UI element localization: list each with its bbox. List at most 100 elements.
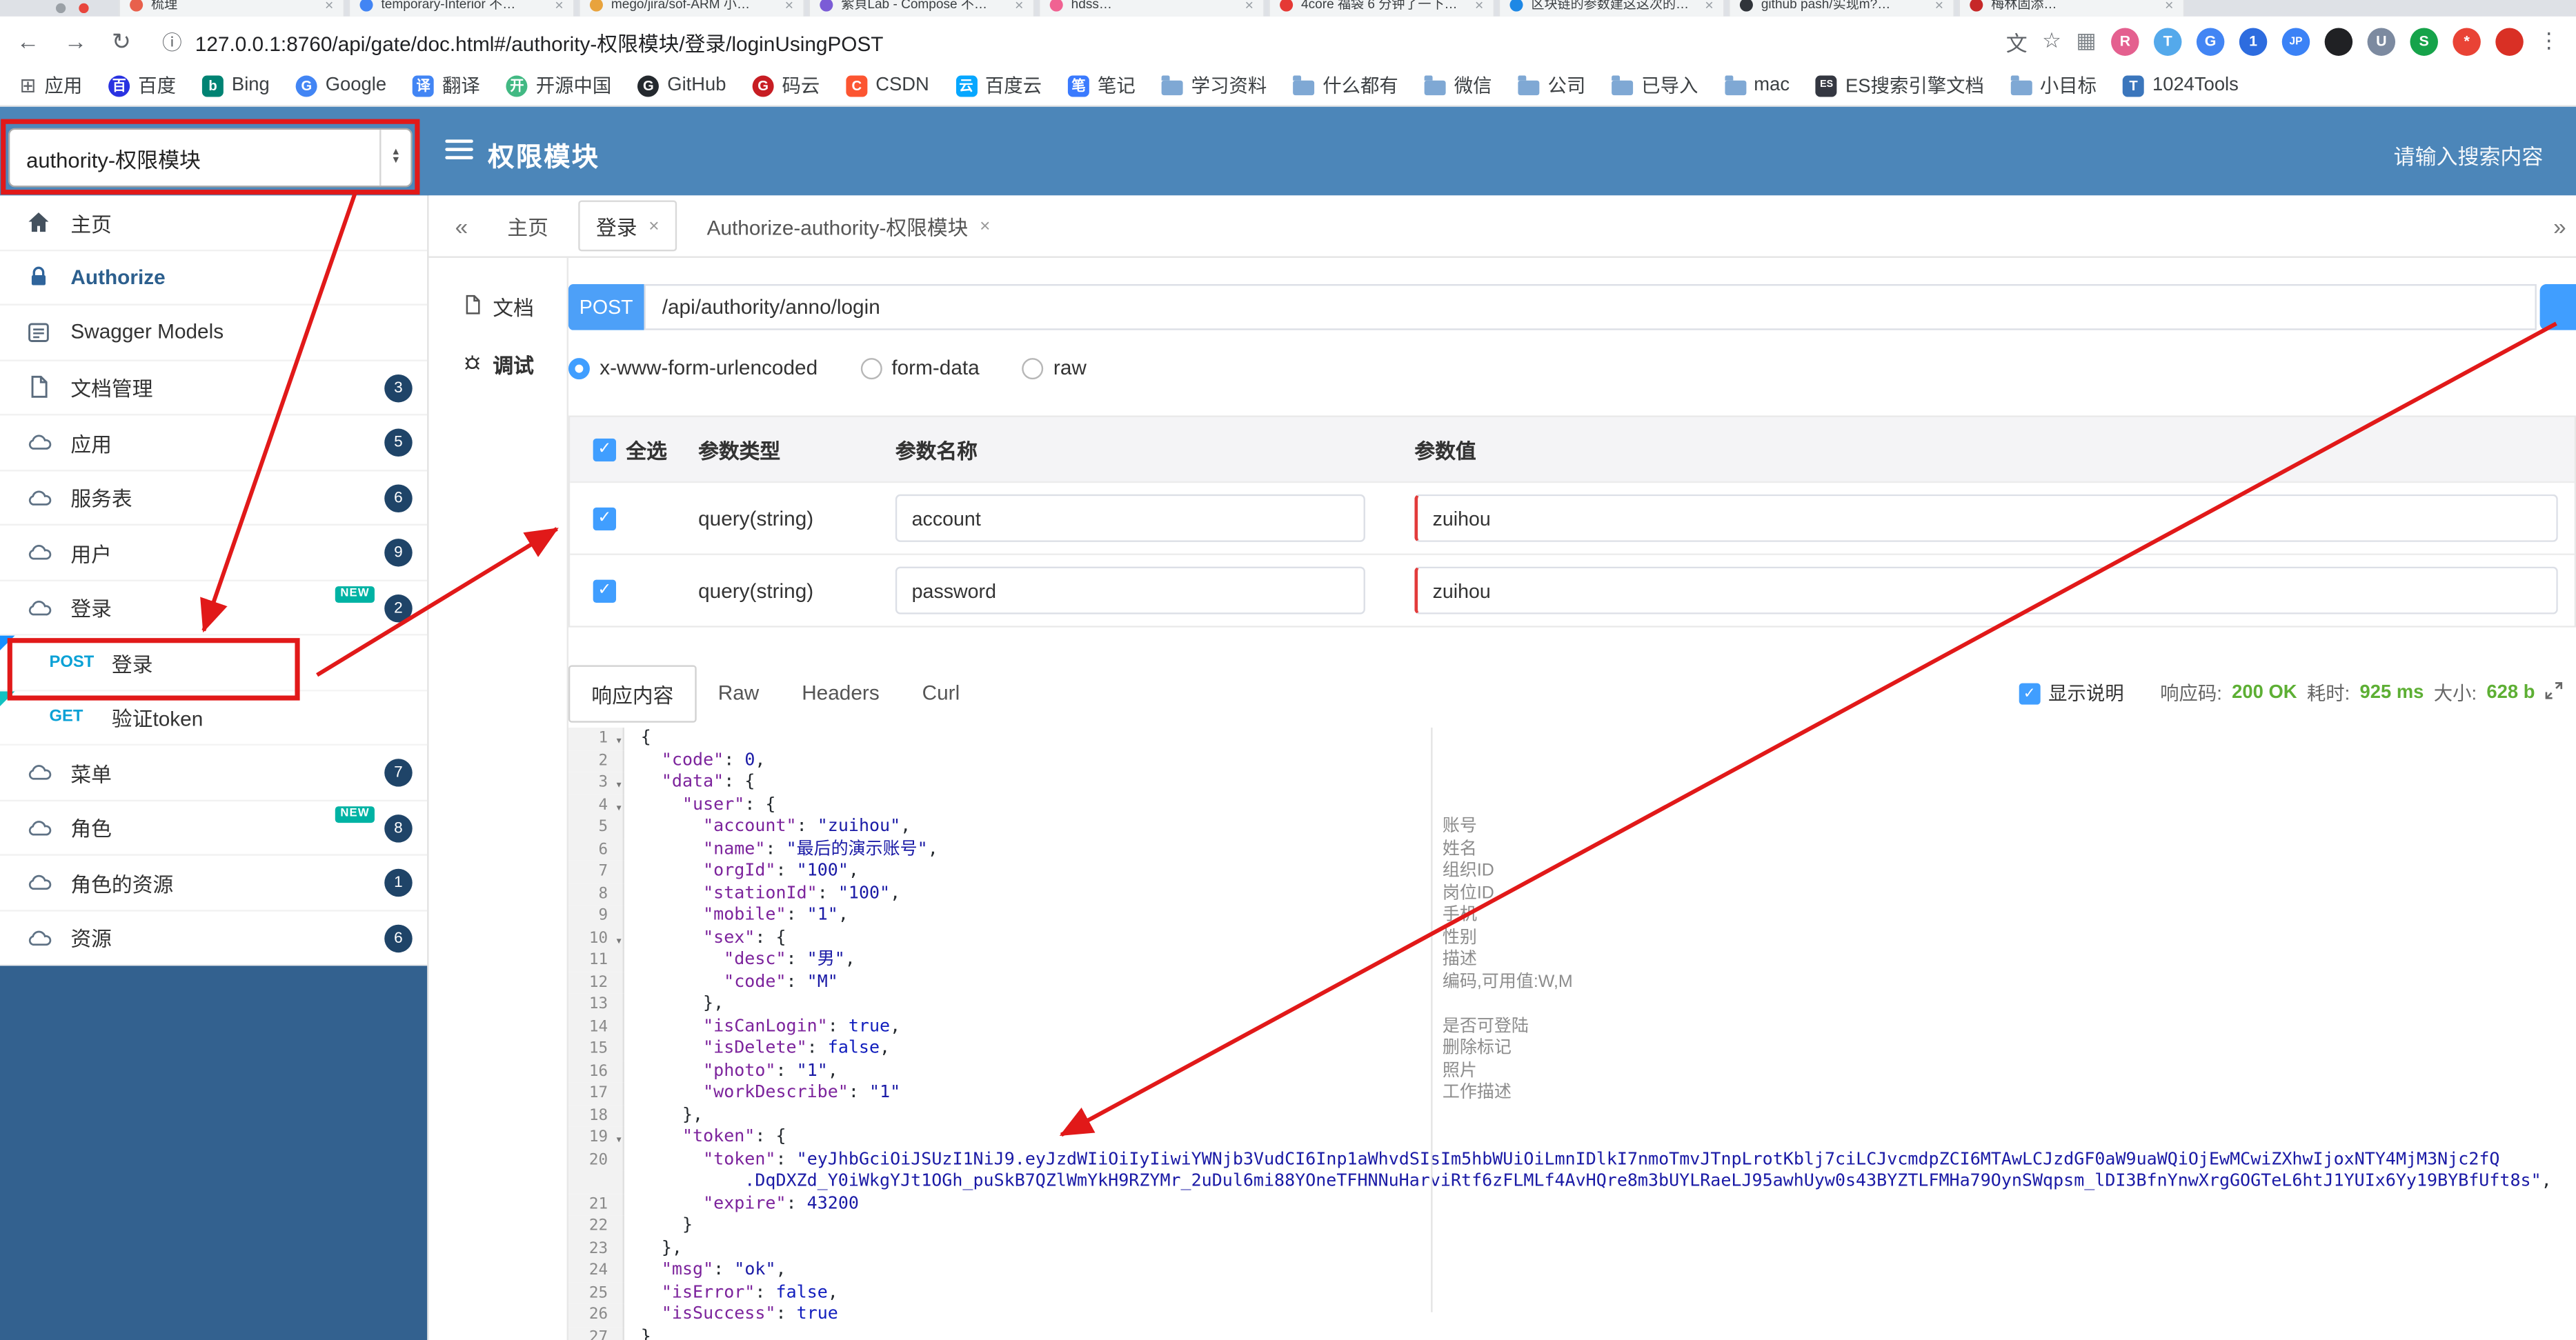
bookmark-item[interactable]: 公司 — [1518, 72, 1585, 99]
bookmark-item[interactable]: 译翻译 — [413, 72, 480, 99]
bookmark-item[interactable]: 学习资料 — [1161, 72, 1267, 99]
bookmark-item[interactable]: 云百度云 — [955, 72, 1042, 99]
tab-close-icon[interactable]: × — [648, 216, 659, 236]
radio-x-www-form-urlencoded[interactable]: x-www-form-urlencoded — [568, 357, 818, 379]
tab-close-icon[interactable]: × — [1015, 0, 1024, 12]
sidebar-item[interactable]: 用户 9 — [0, 526, 428, 581]
bookmark-item[interactable]: 百百度 — [108, 72, 176, 99]
url-text[interactable]: 127.0.0.1:8760/api/gate/doc.html#/author… — [195, 26, 1986, 57]
fold-arrow-icon[interactable]: ▾ — [615, 774, 623, 796]
tab-close-icon[interactable]: × — [980, 216, 990, 236]
param-name-input[interactable]: password — [895, 566, 1365, 614]
tab-close-icon[interactable]: × — [1245, 0, 1254, 12]
sidebar-item[interactable]: 菜单 7 — [0, 746, 428, 801]
back-icon[interactable]: ← — [17, 28, 39, 54]
radio-form-data[interactable]: form-data — [860, 357, 980, 379]
fullscreen-icon[interactable] — [2545, 681, 2563, 704]
tab-close-icon[interactable]: × — [1935, 0, 1944, 12]
sidebar-item[interactable]: Authorize — [0, 250, 428, 306]
browser-tab[interactable]: 区块链的参数建这这次的… × — [1498, 0, 1725, 17]
fold-arrow-icon[interactable]: ▾ — [615, 796, 623, 818]
tab-authorize[interactable]: Authorize-authority-权限模块 × — [691, 202, 1007, 250]
bookmark-item[interactable]: C CSDN — [846, 74, 929, 97]
telegram-extension-icon[interactable]: T — [2153, 27, 2182, 55]
snip-extension-icon[interactable]: S — [2410, 27, 2438, 55]
tab-login[interactable]: 登录 × — [577, 200, 677, 252]
param-value-input[interactable]: zuihou — [1414, 494, 2558, 542]
sidebar-api-item[interactable]: GET 验证token — [0, 690, 428, 746]
jp-dict-extension-icon[interactable]: JP — [2281, 27, 2310, 55]
module-select[interactable]: authority-权限模块 ▲ ▼ — [8, 128, 413, 188]
browser-tab[interactable]: 4core 福袋 6 分钟了一下… × — [1268, 0, 1496, 17]
shield-extension-icon[interactable]: U — [2367, 27, 2396, 55]
browser-tab[interactable]: 梳理 × — [118, 0, 346, 17]
bookmark-item[interactable]: G Google — [295, 74, 386, 97]
param-value-input[interactable]: zuihou — [1414, 566, 2558, 614]
radio-raw[interactable]: raw — [1022, 357, 1087, 379]
sidebar-item[interactable]: 资源 6 — [0, 910, 428, 966]
select-all-checkbox[interactable]: ✓ — [593, 437, 617, 461]
send-button[interactable]: 发送 — [2539, 283, 2576, 330]
sidebar-item[interactable]: 主页 — [0, 195, 428, 251]
tab-raw[interactable]: Raw — [697, 670, 780, 717]
tab-close-icon[interactable]: × — [1705, 0, 1714, 12]
sidebar-item[interactable]: 服务表 6 — [0, 470, 428, 526]
row-checkbox[interactable]: ✓ — [593, 579, 617, 602]
dark-mode-extension-icon[interactable] — [2324, 27, 2353, 55]
bookmark-item[interactable]: b Bing — [202, 74, 270, 97]
rail-item-debug[interactable]: 调试 — [429, 335, 567, 392]
window-minimize-dot[interactable] — [55, 3, 66, 14]
rail-item-doc[interactable]: 文档 — [429, 277, 567, 334]
window-controls[interactable] — [55, 3, 89, 14]
tab-close-icon[interactable]: × — [555, 0, 564, 12]
browser-menu-icon[interactable]: ⋮ — [2538, 28, 2559, 54]
profile-avatar[interactable] — [2495, 27, 2524, 55]
forward-icon[interactable]: → — [64, 28, 87, 54]
tab-response-content[interactable]: 响应内容 — [568, 664, 697, 722]
tabs-scroll-right-icon[interactable]: » — [2553, 212, 2566, 239]
onetab-extension-icon[interactable]: 1 — [2239, 27, 2268, 55]
reload-icon[interactable]: ↻ — [112, 27, 131, 54]
tab-close-icon[interactable]: × — [2165, 0, 2174, 12]
bookmark-item[interactable]: 小目标 — [2010, 72, 2097, 99]
bookmark-item[interactable]: G 码云 — [752, 72, 820, 99]
bookmark-item[interactable]: ES ES搜索引擎文档 — [1816, 72, 1984, 99]
bookmark-item[interactable]: G GitHub — [637, 74, 726, 97]
sidebar-api-item[interactable]: POST 登录 — [0, 635, 428, 691]
window-close-dot[interactable] — [79, 3, 89, 14]
bookmark-item[interactable]: ⊞ 应用 — [20, 72, 83, 99]
screenshot-extension-icon[interactable]: ▦ — [2076, 28, 2096, 54]
tab-home[interactable]: 主页 — [491, 202, 565, 250]
show-description-checkbox[interactable]: ✓ — [2019, 682, 2041, 704]
response-json-editor[interactable]: 1 ▾{2 "code": 0, 3 ▾ "data": {4 ▾ "user": {5… — [568, 727, 2576, 1340]
tab-close-icon[interactable]: × — [325, 0, 334, 12]
translate-icon[interactable]: 文 — [2006, 26, 2028, 57]
bookmark-item[interactable]: 已导入 — [1612, 72, 1698, 99]
browser-tab[interactable]: 紫貝Lab - Compose 不… × — [808, 0, 1036, 17]
param-name-input[interactable]: account — [895, 494, 1365, 542]
tab-headers[interactable]: Headers — [780, 670, 900, 717]
browser-tab[interactable]: temporary-Interior 不… × — [348, 0, 575, 17]
tab-curl[interactable]: Curl — [901, 670, 982, 717]
fold-arrow-icon[interactable]: ▾ — [615, 729, 623, 751]
bookmark-item[interactable]: 什么都有 — [1293, 72, 1398, 99]
sidebar-item[interactable]: 文档管理 3 — [0, 361, 428, 416]
sidebar-item[interactable]: 应用 5 — [0, 415, 428, 471]
bookmark-item[interactable]: 笔笔记 — [1068, 72, 1136, 99]
browser-tab[interactable]: 梅林固添… × — [1958, 0, 2186, 17]
bookmark-item[interactable]: 开开源中国 — [506, 72, 611, 99]
hamburger-menu-icon[interactable] — [445, 139, 473, 164]
browser-tab[interactable]: hdss… × — [1038, 0, 1265, 17]
page-info-icon[interactable]: ⓘ — [162, 27, 182, 54]
fold-arrow-icon[interactable]: ▾ — [615, 929, 623, 951]
tabs-scroll-left-icon[interactable]: « — [455, 212, 468, 239]
row-checkbox[interactable]: ✓ — [593, 506, 617, 530]
reader-extension-icon[interactable]: R — [2111, 27, 2139, 55]
sidebar-item[interactable]: Swagger Models — [0, 306, 428, 361]
bookmark-item[interactable]: 微信 — [1424, 72, 1492, 99]
sidebar-item[interactable]: 登录 NEW 2 — [0, 581, 428, 636]
bookmark-item[interactable]: mac — [1724, 75, 1790, 95]
tab-close-icon[interactable]: × — [1475, 0, 1484, 12]
pinwheel-extension-icon[interactable]: * — [2453, 27, 2481, 55]
sidebar-item[interactable]: 角色的资源 1 — [0, 856, 428, 911]
